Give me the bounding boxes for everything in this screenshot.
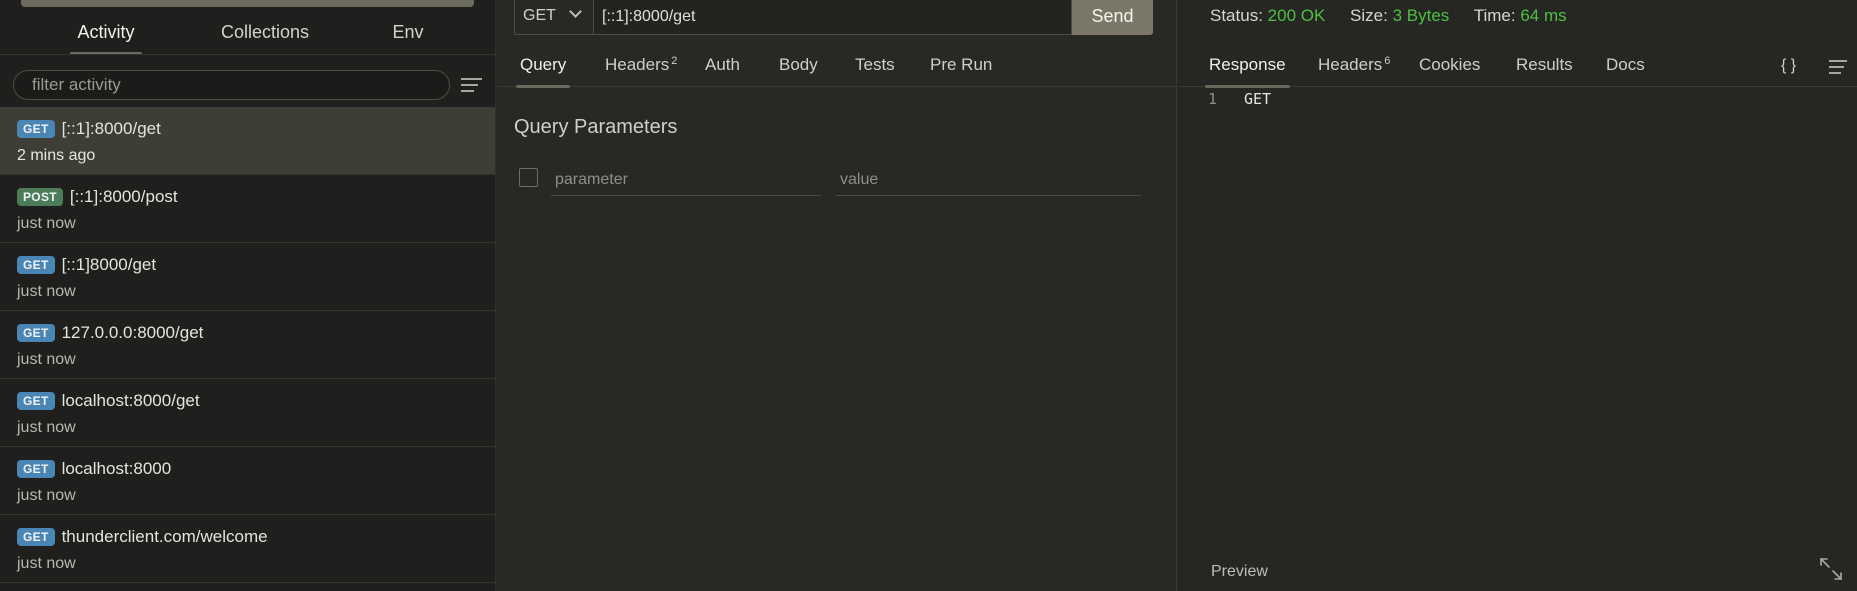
activity-item[interactable]: GET [::1]:8000/get 2 mins ago [0,107,495,175]
activity-url: localhost:8000 [61,459,172,478]
query-parameters-title: Query Parameters [514,116,678,138]
activity-item[interactable]: GET thunderclient.com/welcome just now [0,515,495,583]
tab-cookies[interactable]: Cookies [1419,55,1480,87]
activity-list: GET [::1]:8000/get 2 mins ago POST [::1]… [0,107,495,583]
activity-time: just now [17,351,76,368]
sidebar-tabs: Activity Collections Env [0,14,495,55]
new-request-button[interactable] [21,0,474,7]
method-badge: POST [17,188,63,206]
filter-menu-icon[interactable] [461,78,482,92]
chevron-down-icon [569,5,582,18]
response-body[interactable]: 1 GET [1178,90,1857,112]
tab-count: 2 [671,55,678,67]
line-text: GET [1244,90,1272,108]
activity-url: thunderclient.com/welcome [61,527,268,546]
tab-query[interactable]: Query [515,55,571,88]
activity-item[interactable]: POST [::1]:8000/post just now [0,175,495,243]
tab-body[interactable]: Body [779,55,818,87]
method-badge: GET [17,324,55,342]
method-select[interactable]: GET [514,0,594,35]
activity-time: just now [17,215,76,232]
preview-toggle[interactable]: Preview [1211,563,1268,581]
time-value: 64 ms [1520,6,1567,25]
tab-label: Headers [605,55,670,74]
send-button[interactable]: Send [1072,0,1153,35]
param-name-input[interactable] [551,164,821,196]
activity-item[interactable]: GET localhost:8000 just now [0,447,495,515]
tab-collections[interactable]: Collections [220,22,310,54]
filter-activity-input[interactable] [13,70,450,100]
tab-label: Auth [705,55,740,74]
time-label: Time: [1473,6,1516,25]
tab-label: Tests [855,55,895,74]
activity-time: 2 mins ago [17,147,96,164]
tab-pre-run[interactable]: Pre Run [930,55,992,87]
tab-label: Pre Run [930,55,993,74]
activity-item[interactable]: GET 127.0.0.0:8000/get just now [0,311,495,379]
sidebar-divider [0,54,495,55]
query-param-row [497,164,1177,198]
tab-tests[interactable]: Tests [855,55,895,87]
tab-headers[interactable]: Headers 2 [605,55,677,87]
tab-label: Headers [1318,55,1383,74]
size-value: 3 Bytes [1392,6,1450,25]
method-badge: GET [17,392,55,410]
tab-auth[interactable]: Auth [705,55,740,87]
response-tabs: Response Headers 6 Cookies Results Docs {… [1178,55,1857,88]
activity-url: [::1]:8000/get [61,119,161,138]
request-pane: GET Send Query Headers2 Auth Body Tests … [497,0,1177,591]
method-badge: GET [17,256,55,274]
tab-label: Query [520,55,567,74]
status-value: 200 OK [1267,6,1326,25]
tab-docs[interactable]: Docs [1606,55,1645,87]
url-input[interactable] [594,0,1072,35]
method-badge: GET [17,460,55,478]
activity-time: just now [17,555,76,572]
param-enabled-checkbox[interactable] [519,168,538,187]
tab-response-headers[interactable]: Headers 6 [1318,55,1390,87]
tab-results[interactable]: Results [1516,55,1573,87]
param-value-input[interactable] [836,164,1141,196]
request-tabs: Query Headers 2 Auth Body Tests Pre Run [497,55,1177,88]
tab-activity[interactable]: Activity [70,22,142,55]
tab-label: Docs [1606,55,1645,74]
activity-time: just now [17,283,76,300]
activity-url: localhost:8000/get [61,391,200,410]
line-number: 1 [1208,90,1218,108]
response-status-bar: Status: 200 OK Size: 3 Bytes Time: 64 ms [1210,6,1587,26]
tab-label: Body [779,55,818,74]
response-pane: Status: 200 OK Size: 3 Bytes Time: 64 ms… [1178,0,1857,591]
tab-label: Results [1516,55,1573,74]
size-label: Size: [1350,6,1388,25]
expand-icon[interactable] [1818,556,1844,582]
activity-item[interactable]: GET localhost:8000/get just now [0,379,495,447]
response-menu-icon[interactable] [1829,60,1847,74]
activity-time: just now [17,487,76,504]
tab-label: Response [1209,55,1286,74]
tab-label: Cookies [1419,55,1481,74]
activity-item[interactable]: GET [::1]8000/get just now [0,243,495,311]
method-value: GET [523,7,556,24]
code-line: 1 GET [1178,90,1857,112]
method-badge: GET [17,528,55,546]
activity-sidebar: Activity Collections Env GET [::1]:8000/… [0,0,496,591]
status-label: Status: [1210,6,1263,25]
method-badge: GET [17,120,55,138]
tab-count: 6 [1384,55,1391,67]
format-braces-icon[interactable]: { } [1781,57,1796,75]
tab-response[interactable]: Response [1205,55,1290,88]
activity-time: just now [17,419,76,436]
tab-env[interactable]: Env [390,22,426,54]
activity-url: [::1]8000/get [61,255,157,274]
activity-url: 127.0.0.0:8000/get [61,323,204,342]
activity-url: [::1]:8000/post [69,187,178,206]
